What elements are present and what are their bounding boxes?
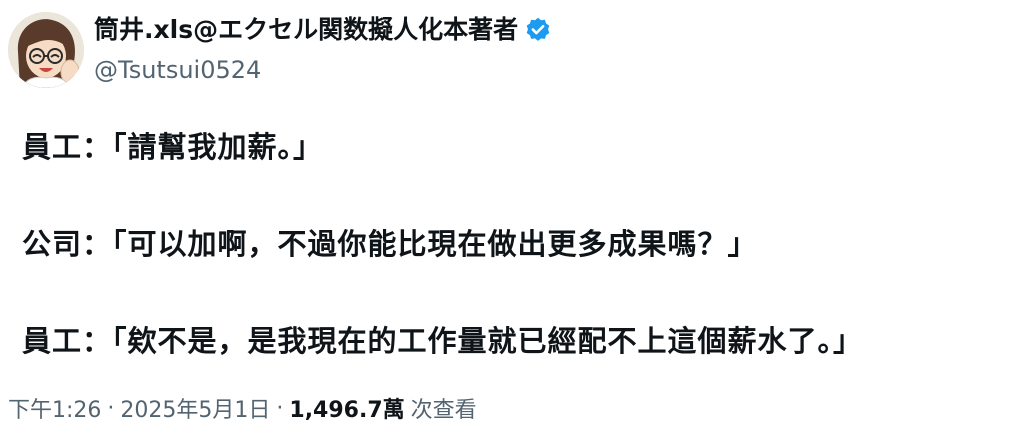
name-row: 筒井.xls@エクセル関数擬人化本著者 xyxy=(94,14,552,46)
author-names: 筒井.xls@エクセル関数擬人化本著者 @Tsutsui0524 xyxy=(94,14,552,86)
views-label: 次查看 xyxy=(410,398,477,423)
author-handle[interactable]: @Tsutsui0524 xyxy=(94,54,552,86)
author-display-name[interactable]: 筒井.xls@エクセル関数擬人化本著者 xyxy=(94,14,518,46)
avatar[interactable] xyxy=(8,12,84,88)
tweet-text-line: 員工：「請幫我加薪。」 xyxy=(22,130,324,164)
meta-separator: · xyxy=(276,395,284,421)
avatar-illustration-icon xyxy=(8,12,84,88)
views-count[interactable]: 1,496.7萬 xyxy=(289,392,404,424)
tweet-meta: 下午1:26 · 2025年5月1日 · 1,496.7萬 次查看 xyxy=(8,392,477,424)
tweet-time[interactable]: 下午1:26 xyxy=(8,392,101,424)
tweet-date[interactable]: 2025年5月1日 xyxy=(120,392,270,424)
tweet-header: 筒井.xls@エクセル関数擬人化本著者 @Tsutsui0524 xyxy=(8,10,552,90)
meta-separator: · xyxy=(107,395,115,421)
tweet-text-line: 員工：「欸不是，是我現在的工作量就已經配不上這個薪水了。」 xyxy=(22,324,864,358)
tweet-text-line: 公司：「可以加啊，不過你能比現在做出更多成果嗎？」 xyxy=(22,227,758,261)
verified-badge-icon[interactable] xyxy=(524,16,552,44)
tweet-card: 筒井.xls@エクセル関数擬人化本著者 @Tsutsui0524 員工：「請幫我… xyxy=(0,0,1024,441)
